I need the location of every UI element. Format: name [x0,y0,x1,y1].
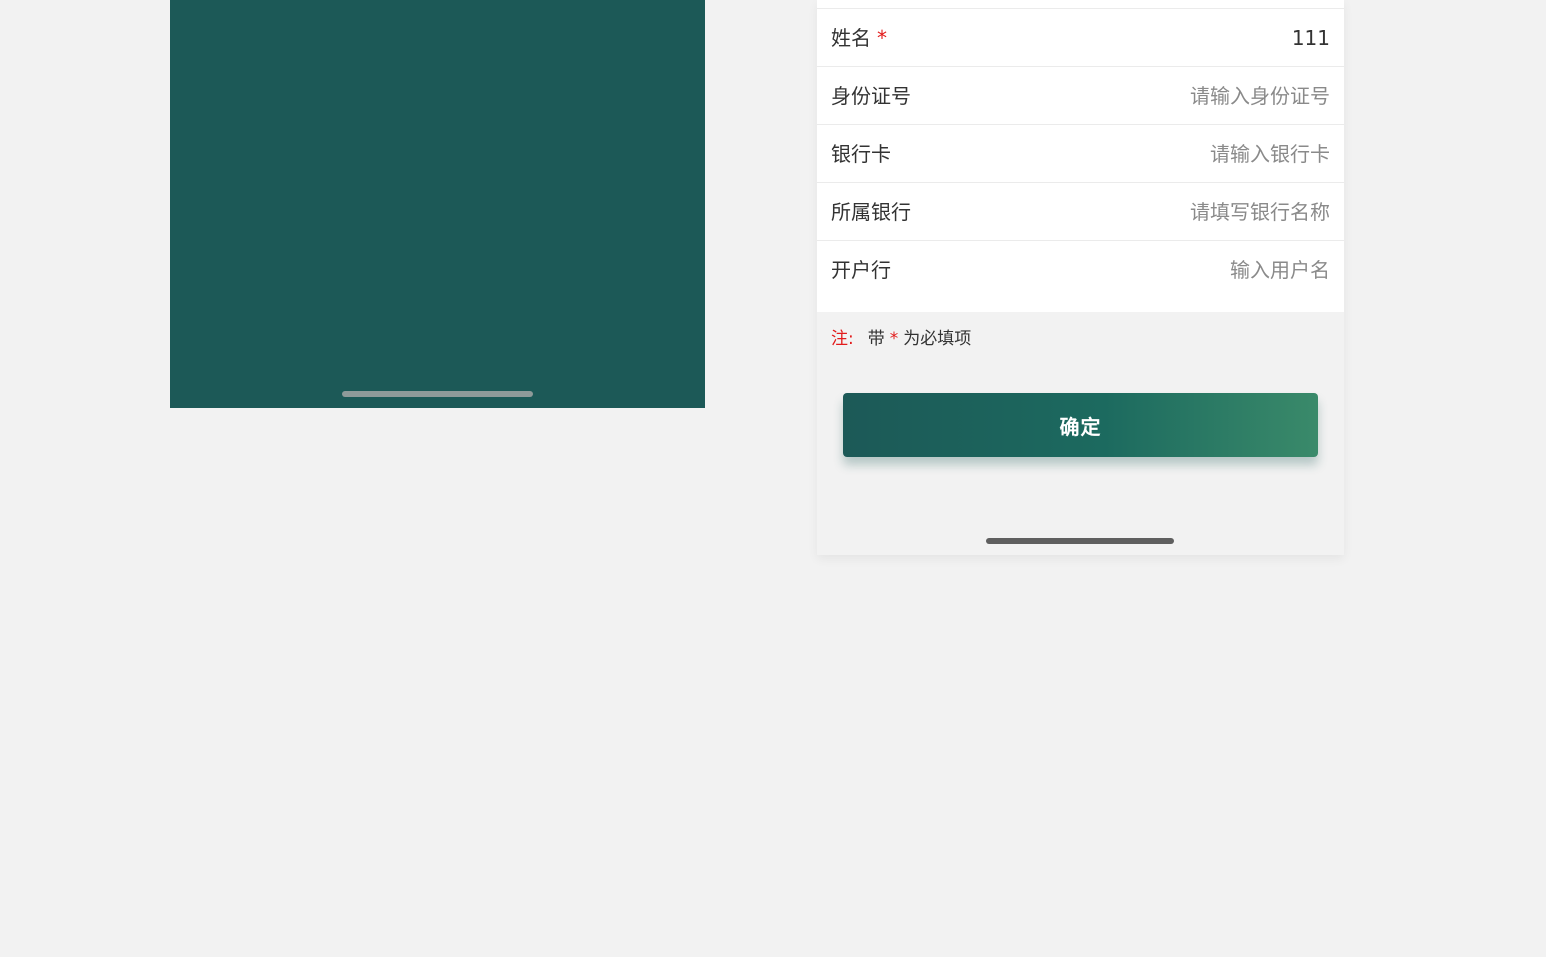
bank-name-input[interactable] [1030,183,1330,241]
confirm-button[interactable]: 确定 [843,393,1318,457]
form-row-branch: 开户行 [817,241,1344,299]
home-indicator [342,391,533,397]
home-indicator [986,538,1174,544]
form-row-id-number: 身份证号 [817,67,1344,125]
note-required-star: * [889,329,899,349]
required-star: * [877,26,887,50]
branch-label: 开户行 [831,258,891,282]
name-input[interactable] [1030,9,1330,67]
bank-name-label: 所属银行 [831,200,911,224]
bank-info-form-screen: 姓名* 身份证号 银行卡 所属银行 开户行 注:带*为必填项 确定 [817,0,1344,555]
id-number-label: 身份证号 [831,84,911,108]
note-text-before: 带 [867,329,885,349]
bank-card-input[interactable] [1030,125,1330,183]
left-screen-panel [170,0,705,408]
form-row-bank-name: 所属银行 [817,183,1344,241]
note-prefix: 注: [831,329,854,349]
id-number-input[interactable] [1030,67,1330,125]
form-row-bank-card: 银行卡 [817,125,1344,183]
name-label: 姓名 * [831,26,887,50]
form-row-name: 姓名 * [817,9,1344,67]
form-card: 姓名* 身份证号 银行卡 所属银行 开户行 [817,0,1344,312]
required-note: 注: 带 * 为必填项 [831,325,971,353]
note-text-after: 为必填项 [903,329,972,349]
bank-card-label: 银行卡 [831,142,891,166]
branch-input[interactable] [1030,241,1330,299]
